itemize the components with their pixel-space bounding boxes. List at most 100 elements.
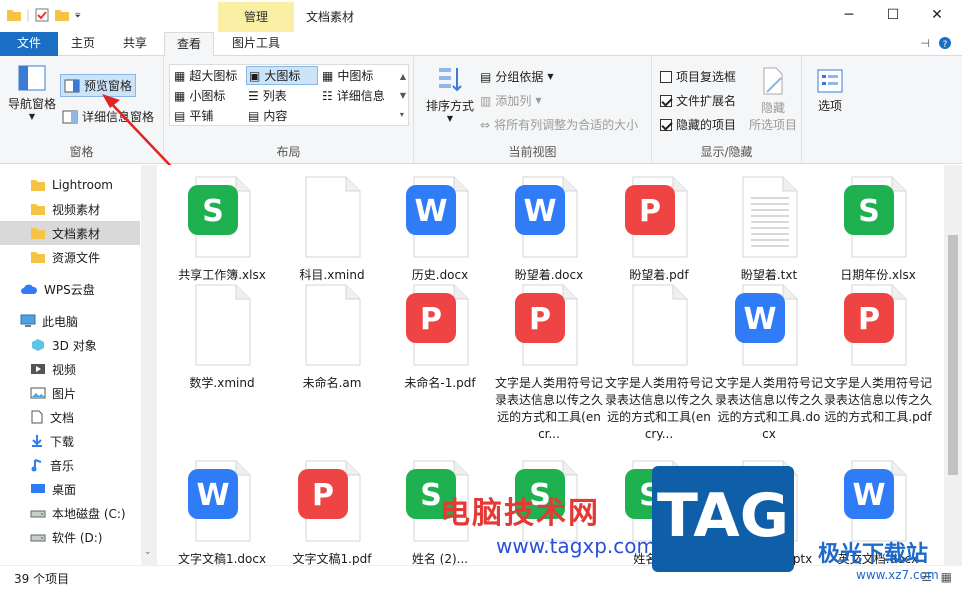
nav-item-14[interactable]: 软件 (D:) xyxy=(0,525,140,549)
docx-file-icon: W xyxy=(842,459,914,543)
folder-icon[interactable] xyxy=(6,7,22,23)
checkbox-checked[interactable] xyxy=(660,118,672,131)
new-folder-icon[interactable] xyxy=(54,7,70,23)
nav-pane-button[interactable]: 导航窗格 ▼ xyxy=(6,64,58,121)
drive-icon xyxy=(30,506,46,520)
layout-label: 大图标 xyxy=(264,69,301,83)
vertical-scrollbar[interactable] xyxy=(944,165,962,565)
nav-item-0[interactable]: Lightroom xyxy=(0,173,140,197)
gallery-scroll[interactable]: ▲ ▼ ▾ xyxy=(400,67,406,124)
tab-share[interactable]: 共享 xyxy=(114,32,156,56)
file-item[interactable]: 数学.xmind xyxy=(168,283,276,392)
nav-item-10[interactable]: 下载 xyxy=(0,429,140,453)
layout-medium[interactable]: ▦ 中图标 xyxy=(320,66,375,85)
tab-file[interactable]: 文件 xyxy=(0,32,58,56)
file-item[interactable]: S 日期年份.xlsx xyxy=(824,175,932,284)
blank-file-icon xyxy=(296,175,368,259)
file-item[interactable]: P 未命名-1.pdf xyxy=(386,283,494,392)
layout-label: 超大图标 xyxy=(189,69,238,83)
help-icon[interactable]: ? xyxy=(938,36,952,50)
file-item[interactable]: W 盼望着.docx xyxy=(495,175,603,284)
group-by-button[interactable]: ▤ 分组依据 ▼ xyxy=(480,68,554,85)
fit-columns-button[interactable]: ⇔ 将所有列调整为合适的大小 xyxy=(480,116,638,133)
file-item[interactable]: 未命名.am xyxy=(278,283,386,392)
item-checkboxes-toggle[interactable]: 项目复选框 xyxy=(660,68,736,85)
large-icons-view-icon[interactable]: ▦ xyxy=(941,570,952,584)
tab-picture-tools[interactable]: 图片工具 xyxy=(220,32,292,56)
item-checkboxes-label: 项目复选框 xyxy=(676,70,737,84)
layout-details[interactable]: ☷ 详细信息 xyxy=(320,86,387,105)
nav-item-11[interactable]: 音乐 xyxy=(0,453,140,477)
hidden-items-toggle[interactable]: 隐藏的项目 xyxy=(660,116,736,133)
close-button[interactable]: ✕ xyxy=(914,0,960,32)
computer-icon xyxy=(20,314,36,328)
file-item[interactable]: W 文字文稿1.docx xyxy=(168,459,276,565)
customize-qat-icon[interactable] xyxy=(74,7,84,23)
file-name: 文字是人类用符号记录表达信息以传之久远的方式和工具(encr... xyxy=(495,376,604,441)
group-layout: ▦ 超大图标 ▣ 大图标 ▦ 中图标 ▦ 小图标 ☰ 列表 ☷ 详细信息 ▤ 平铺 ▤ 内容 ▲… xyxy=(164,56,414,164)
nav-item-1[interactable]: 视频素材 xyxy=(0,197,140,221)
file-item[interactable]: P 盼望着.pdf xyxy=(605,175,713,284)
docx-file-icon: W xyxy=(513,175,585,259)
ribbon-controls: ⊣ ? xyxy=(920,36,952,50)
checkbox-unchecked[interactable] xyxy=(660,70,672,83)
svg-text:P: P xyxy=(639,194,661,229)
pdf-file-icon: P xyxy=(842,283,914,367)
nav-item-label: 本地磁盘 (C:) xyxy=(52,506,126,521)
nav-item-label: WPS云盘 xyxy=(44,282,95,297)
file-item[interactable]: W 历史.docx xyxy=(386,175,494,284)
layout-label: 内容 xyxy=(263,109,288,123)
nav-item-6[interactable]: 3D 对象 xyxy=(0,333,140,357)
cube-icon xyxy=(30,338,46,352)
file-item[interactable]: W 文字是人类用符号记录表达信息以传之久远的方式和工具.docx xyxy=(715,283,823,443)
nav-item-2[interactable]: 文档素材 xyxy=(0,221,140,245)
file-item[interactable]: S 共享工作簿.xlsx xyxy=(168,175,276,284)
context-tab-manage[interactable]: 管理 xyxy=(218,2,294,32)
hidden-items-label: 隐藏的项目 xyxy=(676,118,737,132)
nav-item-8[interactable]: 图片 xyxy=(0,381,140,405)
file-item[interactable]: 文字是人类用符号记录表达信息以传之久远的方式和工具(encry... xyxy=(605,283,713,443)
download-icon xyxy=(30,434,44,448)
properties-icon[interactable] xyxy=(34,7,50,23)
layout-extra-large[interactable]: ▦ 超大图标 xyxy=(172,66,239,85)
blank-file-icon xyxy=(186,283,258,367)
layout-content[interactable]: ▤ 内容 xyxy=(246,106,289,125)
nav-item-5[interactable]: 此电脑 xyxy=(0,309,140,333)
file-item[interactable]: P 文字是人类用符号记录表达信息以传之久远的方式和工具(encr... xyxy=(495,283,603,443)
layout-list[interactable]: ☰ 列表 xyxy=(246,86,289,105)
nav-item-7[interactable]: 视频 xyxy=(0,357,140,381)
nav-item-3[interactable]: 资源文件 xyxy=(0,245,140,269)
file-name: 盼望着.pdf xyxy=(629,268,689,282)
nav-scrollbar[interactable]: ⌄ xyxy=(141,165,157,565)
tab-view[interactable]: 查看 xyxy=(164,32,214,57)
scrollbar-thumb[interactable] xyxy=(948,235,958,475)
options-button[interactable]: 选项 xyxy=(810,68,850,114)
checkbox-checked[interactable] xyxy=(660,94,672,107)
layout-large[interactable]: ▣ 大图标 xyxy=(246,66,318,85)
nav-item-9[interactable]: 文档 xyxy=(0,405,140,429)
file-item[interactable]: P 文字文稿1.pdf xyxy=(278,459,386,565)
minimize-button[interactable]: ─ xyxy=(826,0,872,32)
tab-home[interactable]: 主页 xyxy=(62,32,104,56)
add-columns-button[interactable]: ▥ 添加列 ▼ xyxy=(480,92,542,109)
nav-item-label: 此电脑 xyxy=(42,314,79,329)
chevron-down-icon: ▼ xyxy=(446,114,454,123)
nav-item-12[interactable]: 桌面 xyxy=(0,477,140,501)
file-extensions-toggle[interactable]: 文件扩展名 xyxy=(660,92,736,109)
file-item[interactable]: P 文字是人类用符号记录表达信息以传之久远的方式和工具.pdf xyxy=(824,283,932,426)
preview-pane-icon xyxy=(64,79,80,92)
file-extensions-label: 文件扩展名 xyxy=(676,94,737,108)
pdf-file-icon: P xyxy=(623,175,695,259)
hide-selected-button[interactable]: 隐藏 所选项目 xyxy=(746,66,800,133)
grid-icon: ▦ xyxy=(174,68,186,83)
nav-item-4[interactable]: WPS云盘 xyxy=(0,277,140,301)
nav-item-13[interactable]: 本地磁盘 (C:) xyxy=(0,501,140,525)
grid-icon: ▦ xyxy=(322,68,334,83)
file-item[interactable]: 科目.xmind xyxy=(278,175,386,284)
chevron-down-icon[interactable]: ⌄ xyxy=(144,547,152,557)
file-item[interactable]: 盼望着.txt xyxy=(715,175,823,284)
maximize-button[interactable]: ☐ xyxy=(870,0,916,32)
sort-button[interactable]: 排序方式 ▼ xyxy=(422,64,478,123)
file-name: 未命名.am xyxy=(302,376,362,390)
pin-icon[interactable]: ⊣ xyxy=(920,37,930,50)
